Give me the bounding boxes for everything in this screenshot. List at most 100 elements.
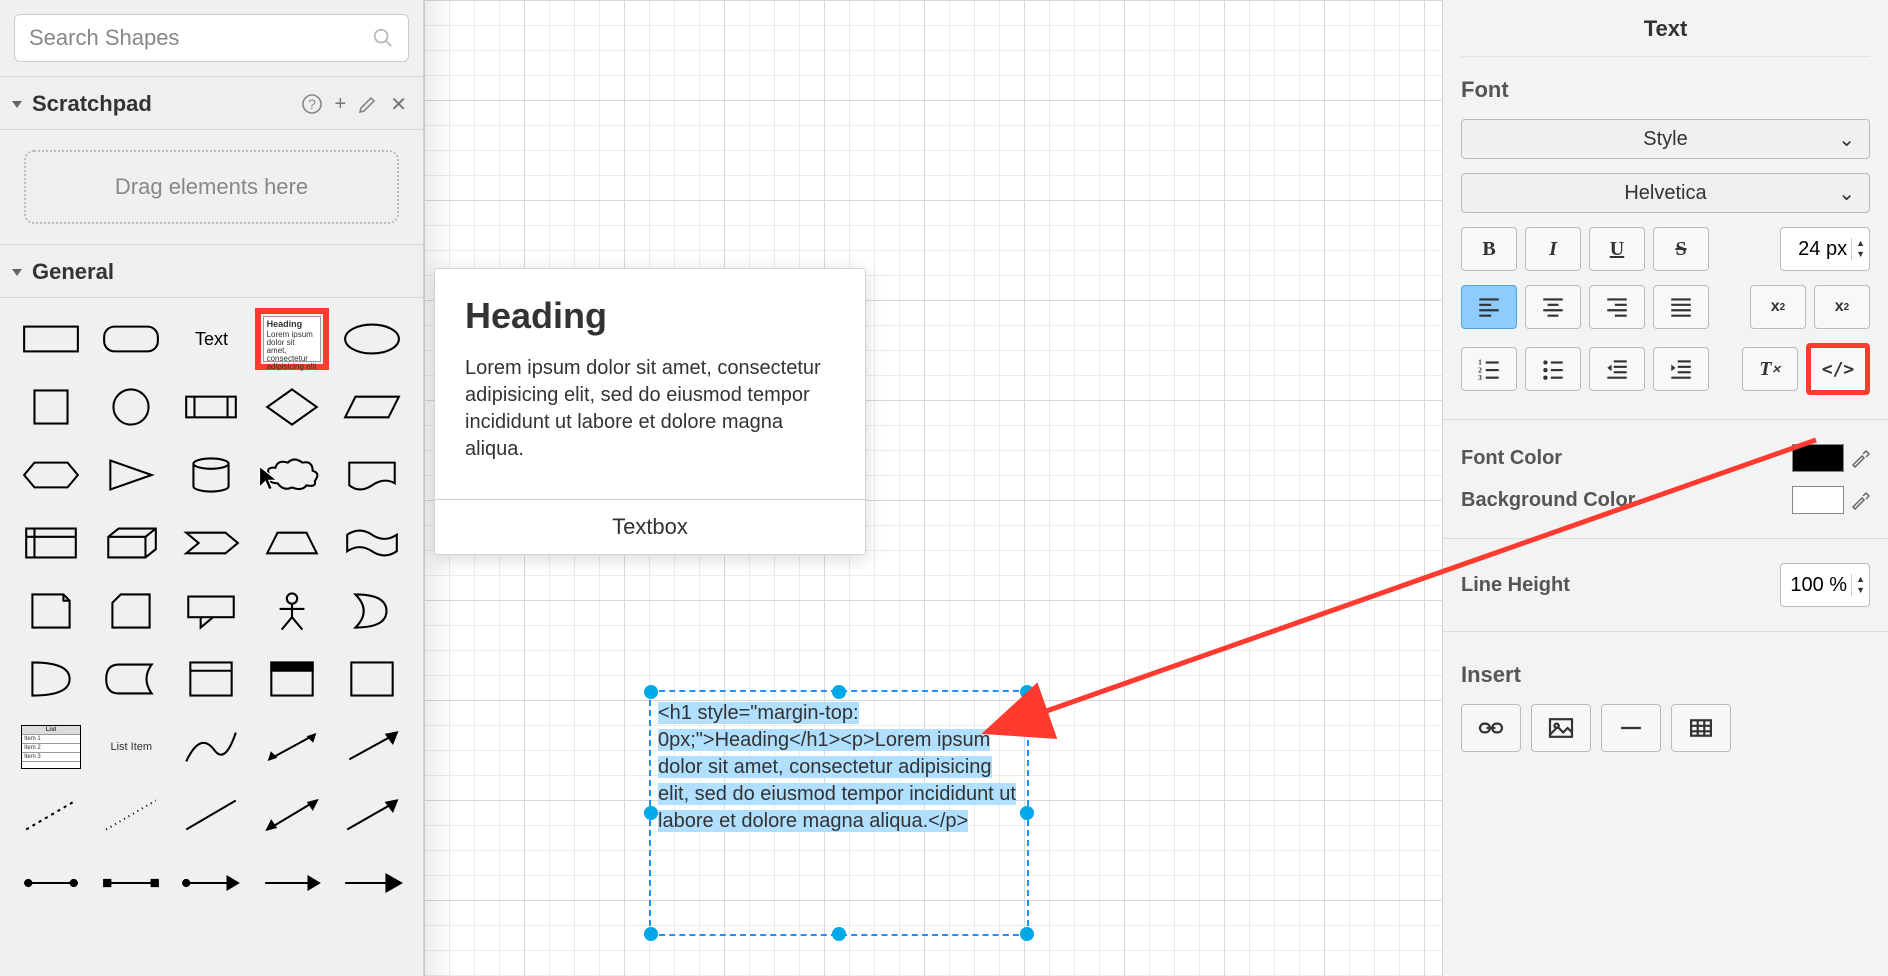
shape-link3[interactable] — [174, 852, 248, 914]
line-height-input[interactable]: ▲▼ — [1780, 563, 1870, 607]
shape-step[interactable] — [174, 512, 248, 574]
shape-ellipse[interactable] — [335, 308, 409, 370]
shape-list-item[interactable]: List Item — [94, 716, 168, 778]
resize-handle[interactable] — [644, 806, 658, 820]
background-color-swatch[interactable] — [1792, 486, 1844, 514]
numbered-list-button[interactable]: 123 — [1461, 347, 1517, 391]
shape-internal-storage[interactable] — [14, 512, 88, 574]
font-size-field[interactable] — [1781, 238, 1851, 261]
shape-diamond[interactable] — [255, 376, 329, 438]
shape-cylinder[interactable] — [174, 444, 248, 506]
shape-bidir-connector[interactable] — [255, 784, 329, 846]
canvas[interactable]: Heading Lorem ipsum dolor sit amet, cons… — [424, 0, 1442, 976]
mini-lorem: Lorem ipsum dolor sit amet, consectetur … — [267, 330, 317, 371]
add-icon[interactable]: + — [335, 93, 347, 116]
shape-directional-connector[interactable] — [335, 784, 409, 846]
resize-handle[interactable] — [1020, 806, 1034, 820]
shape-document[interactable] — [335, 444, 409, 506]
search-input[interactable] — [29, 25, 372, 51]
shape-cube[interactable] — [94, 512, 168, 574]
shape-rectangle[interactable] — [14, 308, 88, 370]
shape-link1[interactable] — [14, 852, 88, 914]
dropdown-label: Helvetica — [1624, 182, 1706, 205]
shape-square[interactable] — [14, 376, 88, 438]
selection-html-source[interactable]: <h1 style="margin-top: 0px;">Heading</h1… — [658, 700, 1018, 835]
outdent-button[interactable] — [1589, 347, 1645, 391]
close-icon[interactable]: ✕ — [390, 92, 407, 117]
html-button[interactable]: </> — [1806, 343, 1870, 395]
shape-parallelogram[interactable] — [335, 376, 409, 438]
shape-link4[interactable] — [255, 852, 329, 914]
shape-link2[interactable] — [94, 852, 168, 914]
align-left-button[interactable] — [1461, 285, 1517, 329]
shape-rounded-rectangle[interactable] — [94, 308, 168, 370]
shape-actor[interactable] — [255, 580, 329, 642]
stepper-down[interactable]: ▼ — [1852, 249, 1869, 260]
shape-arrow[interactable] — [335, 716, 409, 778]
shape-dashed-line[interactable] — [14, 784, 88, 846]
insert-hr-button[interactable] — [1601, 704, 1661, 752]
underline-button[interactable]: U — [1589, 227, 1645, 271]
style-dropdown[interactable]: Style ⌄ — [1461, 119, 1870, 159]
bold-button[interactable]: B — [1461, 227, 1517, 271]
resize-handle[interactable] — [1020, 927, 1034, 941]
align-center-button[interactable] — [1525, 285, 1581, 329]
textbox-preview-card[interactable]: Heading Lorem ipsum dolor sit amet, cons… — [434, 268, 866, 555]
scratchpad-dropzone[interactable]: Drag elements here — [24, 150, 399, 224]
resize-handle[interactable] — [644, 927, 658, 941]
stepper-up[interactable]: ▲ — [1852, 574, 1869, 585]
superscript-button[interactable]: x2 — [1814, 285, 1870, 329]
shape-and[interactable] — [14, 648, 88, 710]
strikethrough-button[interactable]: S — [1653, 227, 1709, 271]
italic-button[interactable]: I — [1525, 227, 1581, 271]
insert-image-button[interactable] — [1531, 704, 1591, 752]
stepper-up[interactable]: ▲ — [1852, 238, 1869, 249]
search-shapes-field[interactable] — [14, 14, 409, 62]
resize-handle[interactable] — [832, 927, 846, 941]
shape-tape[interactable] — [335, 512, 409, 574]
shape-or[interactable] — [335, 580, 409, 642]
shape-container2[interactable] — [255, 648, 329, 710]
shape-text[interactable]: Text — [174, 308, 248, 370]
insert-link-button[interactable] — [1461, 704, 1521, 752]
shape-data-storage[interactable] — [94, 648, 168, 710]
shape-line[interactable] — [174, 784, 248, 846]
font-color-swatch[interactable] — [1792, 444, 1844, 472]
general-section-header[interactable]: General — [0, 244, 423, 298]
shape-process[interactable] — [174, 376, 248, 438]
font-family-dropdown[interactable]: Helvetica ⌄ — [1461, 173, 1870, 213]
edit-icon[interactable] — [358, 94, 378, 114]
shape-card[interactable] — [94, 580, 168, 642]
eyedropper-icon[interactable] — [1850, 448, 1870, 468]
shape-curve[interactable] — [174, 716, 248, 778]
shape-bidirectional-arrow[interactable] — [255, 716, 329, 778]
resize-handle[interactable] — [832, 685, 846, 699]
shape-trapezoid[interactable] — [255, 512, 329, 574]
stepper-down[interactable]: ▼ — [1852, 585, 1869, 596]
shape-circle[interactable] — [94, 376, 168, 438]
shape-triangle[interactable] — [94, 444, 168, 506]
resize-handle[interactable] — [644, 685, 658, 699]
scratchpad-section-header[interactable]: Scratchpad ? + ✕ — [0, 76, 423, 130]
align-justify-button[interactable] — [1653, 285, 1709, 329]
shape-textbox-highlighted[interactable]: HeadingLorem ipsum dolor sit amet, conse… — [255, 308, 329, 370]
shape-link5[interactable] — [335, 852, 409, 914]
shape-container[interactable] — [174, 648, 248, 710]
insert-table-button[interactable] — [1671, 704, 1731, 752]
shape-container3[interactable] — [335, 648, 409, 710]
clear-formatting-button[interactable]: T✕ — [1742, 347, 1798, 391]
help-icon[interactable]: ? — [301, 93, 323, 115]
shape-note[interactable] — [14, 580, 88, 642]
font-size-input[interactable]: ▲▼ — [1780, 227, 1870, 271]
line-height-field[interactable] — [1781, 574, 1851, 597]
resize-handle[interactable] — [1020, 685, 1034, 699]
bullet-list-button[interactable] — [1525, 347, 1581, 391]
subscript-button[interactable]: x2 — [1750, 285, 1806, 329]
shape-hexagon[interactable] — [14, 444, 88, 506]
shape-callout[interactable] — [174, 580, 248, 642]
shape-list[interactable]: ListItem 1Item 2Item 3 — [14, 716, 88, 778]
align-right-button[interactable] — [1589, 285, 1645, 329]
indent-button[interactable] — [1653, 347, 1709, 391]
eyedropper-icon[interactable] — [1850, 490, 1870, 510]
shape-dotted-line[interactable] — [94, 784, 168, 846]
